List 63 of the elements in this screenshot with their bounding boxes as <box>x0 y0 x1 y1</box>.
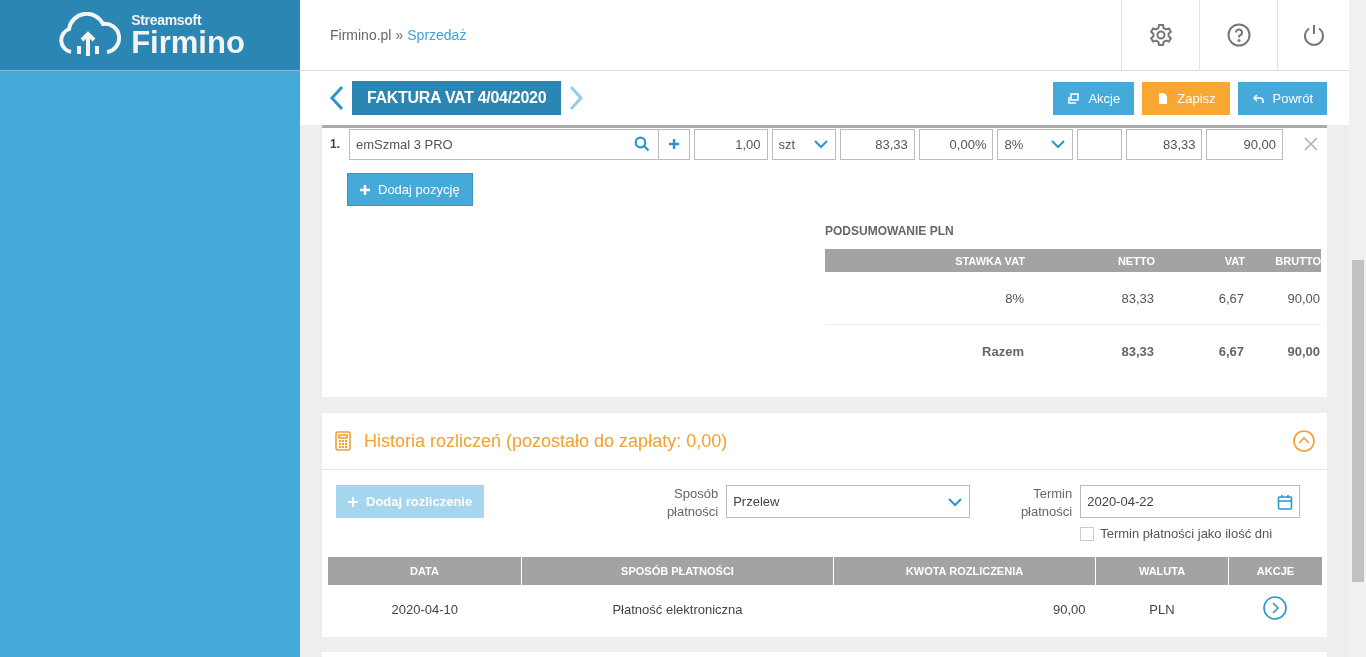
search-icon[interactable] <box>634 136 651 152</box>
table-cell: 8% <box>825 272 1025 325</box>
checkbox-label: Termin płatności jako ilość dni <box>1100 526 1273 541</box>
total-cell: 6,67 <box>1155 324 1245 377</box>
calculator-icon <box>334 431 352 451</box>
table-cell: 83,33 <box>1025 272 1155 325</box>
add-settlement-button: Dodaj rozliczenie <box>336 485 485 518</box>
table-cell: PLN <box>1095 585 1229 633</box>
column-header: BRUTTO <box>1245 249 1321 272</box>
payment-method-dropdown[interactable]: Przelew <box>726 485 971 518</box>
total-cell: Razem <box>825 324 1025 377</box>
column-header: SPOSÓB PŁATNOŚCI <box>521 557 834 585</box>
scrollbar-thumb[interactable] <box>1351 260 1364 582</box>
add-product-button[interactable] <box>658 128 690 160</box>
document-icon <box>1156 91 1170 105</box>
windows-icon <box>1067 91 1081 105</box>
column-header: NETTO <box>1025 249 1155 272</box>
quantity-field[interactable]: 1,00 <box>693 128 768 160</box>
chevron-down-icon <box>813 137 830 151</box>
column-header: STAWKA VAT <box>825 249 1025 272</box>
field-label: Sposób płatności <box>665 485 719 521</box>
vat-rate-dropdown[interactable]: 8% <box>997 128 1074 160</box>
breadcrumb-separator: » <box>395 27 404 43</box>
column-header: DATA <box>328 557 522 585</box>
return-arrow-icon <box>1251 91 1265 105</box>
brand-subtitle: Streamsoft <box>131 12 203 27</box>
chevron-down-icon <box>1050 137 1067 151</box>
discount-field[interactable]: 0,00% <box>918 128 994 160</box>
due-date-field[interactable]: 2020-04-22 <box>1080 485 1301 518</box>
field-label: Termin płatności <box>1019 485 1073 521</box>
net-value-field[interactable]: 83,33 <box>1125 128 1203 160</box>
summary-title: PODSUMOWANIE PLN <box>825 224 955 238</box>
empty-field[interactable] <box>1077 128 1122 160</box>
column-header: WALUTA <box>1095 557 1229 585</box>
table-cell: 90,00 <box>1245 272 1321 325</box>
product-name: emSzmal 3 PRO <box>355 136 453 152</box>
table-cell: 90,00 <box>833 585 1096 633</box>
plus-icon <box>360 184 370 195</box>
document-title: FAKTURA VAT 4/04/2020 <box>352 81 562 115</box>
collapse-icon[interactable] <box>1293 430 1315 452</box>
breadcrumb-current: Sprzedaż <box>407 27 467 43</box>
net-price-field[interactable]: 83,33 <box>840 128 915 160</box>
product-field[interactable]: emSzmal 3 PRO <box>348 128 660 160</box>
plus-icon <box>668 138 680 150</box>
chevron-right-circle-icon[interactable] <box>1263 595 1288 620</box>
breadcrumb-link[interactable]: Firmino.pl <box>330 27 392 43</box>
plus-icon <box>348 496 358 507</box>
gross-value-field[interactable]: 90,00 <box>1206 128 1284 160</box>
calendar-icon[interactable] <box>1277 493 1294 510</box>
section-title: Historia rozliczeń (pozostało do zapłaty: 0,00) <box>364 430 729 452</box>
remove-icon[interactable] <box>1303 136 1319 152</box>
total-cell: 90,00 <box>1245 324 1321 377</box>
column-header: AKCJE <box>1228 557 1322 585</box>
column-header: KWOTA ROZLICZENIA <box>833 557 1096 585</box>
table-cell: Płatność elektroniczna <box>521 585 834 633</box>
total-cell: 83,33 <box>1025 324 1155 377</box>
column-header: VAT <box>1155 249 1245 272</box>
unit-dropdown[interactable]: szt <box>771 128 837 160</box>
table-cell: 2020-04-10 <box>328 585 522 633</box>
table-cell: 6,67 <box>1155 272 1245 325</box>
brand-title: Firmino <box>131 26 245 58</box>
row-number: 1. <box>330 137 341 151</box>
checkbox[interactable] <box>1080 526 1095 541</box>
